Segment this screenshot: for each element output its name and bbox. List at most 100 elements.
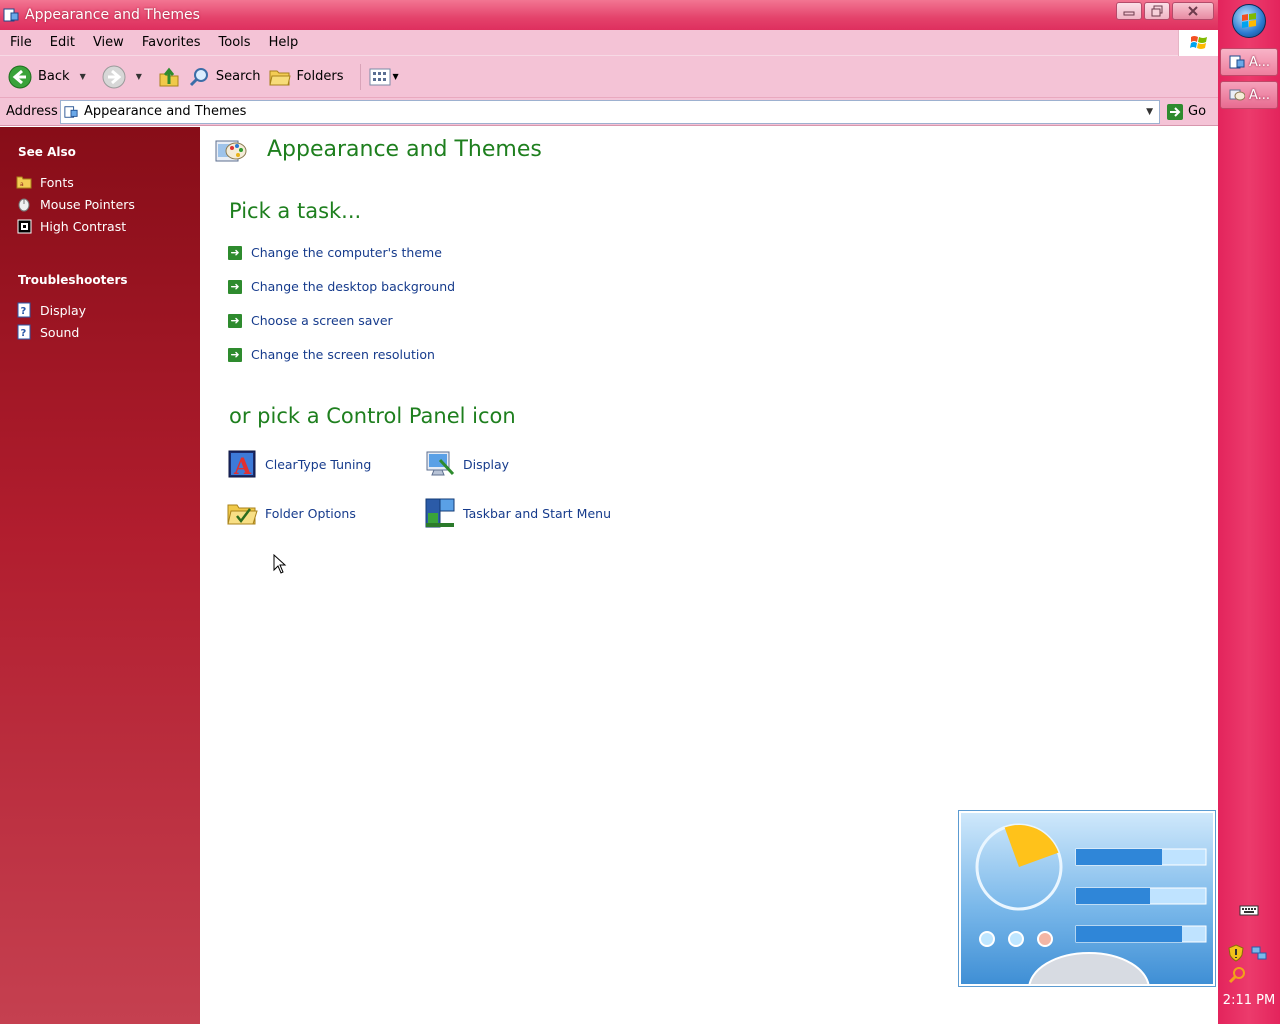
control-panel-icon <box>1229 55 1245 69</box>
close-button[interactable] <box>1172 2 1214 20</box>
address-input[interactable]: Appearance and Themes ▼ <box>60 99 1160 124</box>
mouse-icon <box>16 196 32 212</box>
address-bar: Address Appearance and Themes ▼ Go <box>0 98 1218 126</box>
start-button[interactable] <box>1232 4 1266 38</box>
svg-text:?: ? <box>21 306 27 317</box>
sidebar-item-high-contrast[interactable]: High Contrast <box>16 215 200 237</box>
svg-text:a: a <box>20 181 24 188</box>
control-panel-gauge-icon <box>975 823 1207 1024</box>
go-button[interactable]: Go <box>1166 103 1206 121</box>
back-dropdown-icon[interactable]: ▼ <box>80 72 86 81</box>
address-label: Address <box>6 104 58 119</box>
window-title: Appearance and Themes <box>25 7 200 23</box>
views-grid-icon <box>369 68 390 85</box>
control-panel-graphic <box>959 811 1215 1024</box>
folder-icon: a <box>16 174 32 190</box>
green-arrow-icon: ➜ <box>228 313 242 328</box>
forward-button[interactable]: ▼ <box>102 65 150 89</box>
views-button[interactable]: ▼ <box>369 68 399 86</box>
windows-flag-icon <box>1189 36 1207 49</box>
search-button[interactable]: Search <box>188 66 261 88</box>
task-change-theme[interactable]: ➜ Change the computer's theme <box>228 245 442 260</box>
back-button[interactable]: Back ▼ <box>8 65 94 89</box>
menu-favorites[interactable]: Favorites <box>132 35 209 50</box>
troubleshooters-heading: Troubleshooters <box>18 273 128 287</box>
minimize-button[interactable] <box>1116 2 1142 20</box>
sidebar-item-label: High Contrast <box>40 218 127 234</box>
back-label: Back <box>38 69 70 84</box>
appearance-themes-icon <box>215 140 247 162</box>
cp-icon-label: Display <box>463 456 510 472</box>
task-label: Change the computer's theme <box>251 245 442 260</box>
sidebar-item-mouse-pointers[interactable]: Mouse Pointers <box>16 193 200 215</box>
task-change-screen-resolution[interactable]: ➜ Change the screen resolution <box>228 347 435 362</box>
svg-text:?: ? <box>21 328 27 339</box>
sidebar-item-label: Fonts <box>40 174 74 190</box>
views-dropdown-icon[interactable]: ▼ <box>393 72 399 81</box>
green-arrow-icon: ➜ <box>228 245 242 260</box>
toolbar-separator <box>359 63 361 90</box>
taskbar: A... A... 2:11 PM <box>1218 0 1280 1024</box>
taskbar-icon <box>425 498 455 528</box>
help-icon: ? <box>16 302 32 318</box>
sidebar-item-sound[interactable]: ? Sound <box>16 321 200 343</box>
taskbar-task-label: A... <box>1249 87 1271 103</box>
title-bar[interactable]: Appearance and Themes <box>0 0 1218 30</box>
network-icon[interactable] <box>1250 944 1268 962</box>
forward-dropdown-icon[interactable]: ▼ <box>136 72 142 81</box>
menu-help[interactable]: Help <box>259 35 307 50</box>
explorer-window: Appearance and Themes File Edit View Fav… <box>0 0 1218 1024</box>
cp-icon-cleartype-tuning[interactable]: A ClearType Tuning <box>226 448 371 480</box>
minimize-icon <box>1123 11 1135 16</box>
sidebar-item-label: Sound <box>40 324 80 340</box>
icons-heading: or pick a Control Panel icon <box>229 404 516 428</box>
cp-icon-folder-options[interactable]: Folder Options <box>226 497 356 529</box>
menu-view[interactable]: View <box>83 35 132 50</box>
sidebar-item-label: Mouse Pointers <box>40 196 135 212</box>
control-panel-icon <box>64 105 78 118</box>
cp-icon-display[interactable]: Display <box>424 448 509 480</box>
keyboard-icon[interactable] <box>1239 903 1259 917</box>
contrast-icon <box>16 218 32 234</box>
folder-options-icon <box>227 504 258 525</box>
address-dropdown-icon[interactable]: ▼ <box>1146 107 1153 117</box>
restore-icon <box>1151 5 1163 17</box>
menu-file[interactable]: File <box>0 35 40 50</box>
go-label: Go <box>1188 104 1207 119</box>
close-icon <box>1188 6 1198 16</box>
sidebar-item-display[interactable]: ? Display <box>16 299 200 321</box>
menu-tools[interactable]: Tools <box>209 35 259 50</box>
windows-flag-icon <box>1242 13 1256 28</box>
system-clock[interactable]: 2:11 PM <box>1218 993 1280 1008</box>
menu-edit[interactable]: Edit <box>40 35 83 50</box>
security-shield-icon[interactable] <box>1228 944 1244 962</box>
svg-text:A: A <box>233 454 252 480</box>
page-title: Appearance and Themes <box>267 137 542 162</box>
task-change-desktop-background[interactable]: ➜ Change the desktop background <box>228 279 455 294</box>
task-pane: See Also a Fonts Mouse Pointers High Con… <box>0 127 200 1024</box>
see-also-heading: See Also <box>18 145 76 159</box>
task-choose-screen-saver[interactable]: ➜ Choose a screen saver <box>228 313 393 328</box>
cp-icon-taskbar-start-menu[interactable]: Taskbar and Start Menu <box>424 497 611 529</box>
search-label: Search <box>215 69 261 84</box>
folder-up-icon <box>159 67 179 86</box>
taskbar-task-2[interactable]: A... <box>1220 81 1278 109</box>
taskbar-task-1[interactable]: A... <box>1220 48 1278 76</box>
folders-button[interactable]: Folders <box>268 67 344 87</box>
search-icon <box>189 67 208 86</box>
up-button[interactable] <box>158 66 180 88</box>
restore-button[interactable] <box>1144 2 1170 20</box>
folders-icon <box>268 70 291 85</box>
tasks-heading: Pick a task... <box>229 199 362 223</box>
cp-icon-label: ClearType Tuning <box>265 456 372 472</box>
green-arrow-icon: ➜ <box>228 279 242 294</box>
help-icon: ? <box>16 324 32 340</box>
cp-icon-label: Folder Options <box>265 505 356 521</box>
address-value: Appearance and Themes <box>84 104 247 119</box>
search-icon[interactable] <box>1228 966 1246 984</box>
cp-icon-label: Taskbar and Start Menu <box>463 505 612 521</box>
task-label: Change the screen resolution <box>251 347 435 362</box>
go-arrow-icon <box>1167 103 1183 120</box>
mouse-cursor-icon <box>273 554 287 574</box>
sidebar-item-fonts[interactable]: a Fonts <box>16 171 200 193</box>
